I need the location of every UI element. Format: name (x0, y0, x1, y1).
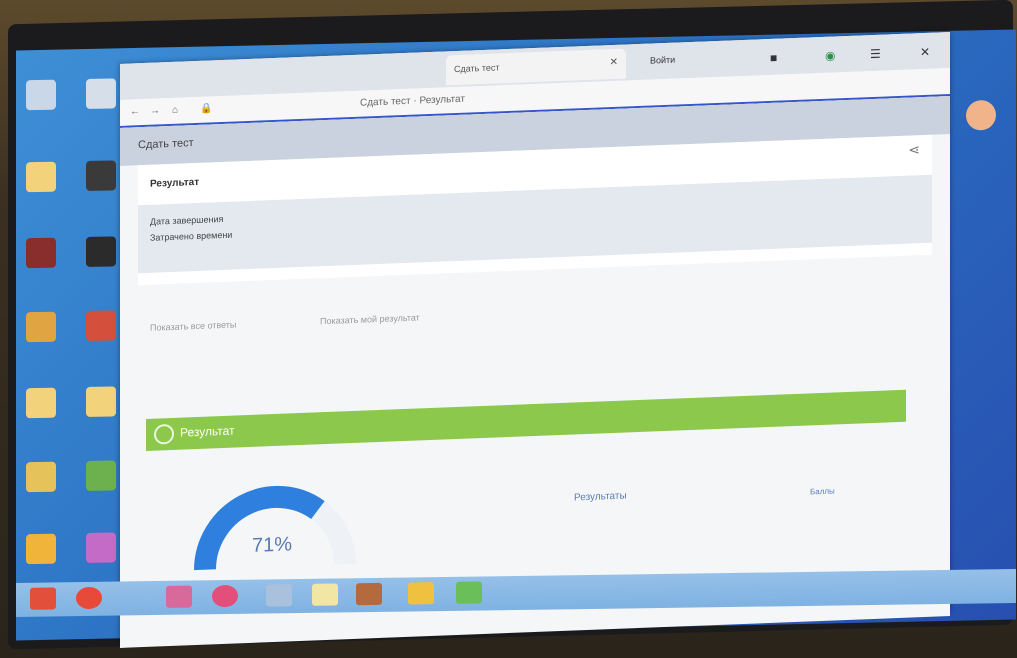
app-icon (26, 533, 56, 565)
meta-line: Затрачено времени (150, 229, 233, 243)
desktop-icon[interactable] (16, 461, 66, 528)
page-content: Сдать тест Результат ⋖ Дата завершения З… (120, 96, 950, 648)
tab-title: Сдать тест (454, 62, 500, 75)
app-icon[interactable] (408, 582, 434, 605)
app-icon[interactable] (76, 586, 102, 610)
desktop-icon[interactable] (76, 236, 126, 303)
app-icon (26, 461, 56, 493)
page-header-title: Сдать тест (138, 137, 194, 152)
table-header-right: Баллы (810, 486, 835, 497)
lock-icon: 🔒 (200, 103, 213, 115)
extension-icon[interactable]: ◉ (825, 48, 835, 62)
app-icon (26, 237, 56, 269)
start-button[interactable] (30, 587, 56, 610)
meta-band: Дата завершения Затрачено времени (138, 174, 932, 274)
app-icon[interactable] (166, 585, 192, 608)
score-value: 71% (252, 533, 293, 557)
browser-window: Сдать тест ✕ Войти ■ ◉ ☰ ✕ ← → ⌂ 🔒 Сдать… (120, 32, 950, 648)
close-tab-icon[interactable]: ✕ (610, 57, 618, 68)
desktop-icon[interactable] (16, 311, 66, 378)
desktop-icon[interactable] (76, 460, 126, 527)
meta-line: Дата завершения (150, 213, 224, 227)
app-icon[interactable] (456, 581, 482, 604)
show-my-result-link[interactable]: Показать мой результат (320, 312, 420, 326)
forward-icon[interactable]: → (150, 105, 160, 116)
result-section-title: Результат (180, 423, 235, 440)
app-icon (86, 310, 116, 342)
app-icon (26, 311, 56, 343)
folder-icon (86, 386, 116, 418)
app-icon[interactable] (212, 584, 238, 608)
desktop-icon[interactable] (956, 99, 1006, 167)
share-icon[interactable]: ⋖ (908, 141, 920, 158)
close-window-icon[interactable]: ✕ (920, 45, 930, 59)
avatar (966, 99, 996, 131)
file-icon (26, 79, 56, 111)
file-icon (86, 78, 116, 110)
chevron-icon (154, 423, 174, 445)
folder-icon (26, 387, 56, 419)
folder-icon[interactable] (312, 583, 338, 606)
desktop-icon[interactable] (16, 79, 66, 146)
table-header-left: Результаты (574, 490, 627, 504)
desktop-icon[interactable] (16, 237, 66, 304)
desktop-icon[interactable] (76, 160, 126, 227)
desktop-icon[interactable] (16, 387, 66, 454)
desktop-icon[interactable] (76, 386, 126, 453)
app-icon (86, 532, 116, 564)
app-icon (86, 460, 116, 492)
breadcrumb: Сдать тест · Результат (360, 93, 465, 109)
app-icon[interactable] (266, 584, 292, 607)
show-answers-link[interactable]: Показать все ответы (150, 319, 236, 332)
folder-icon (26, 161, 56, 193)
desktop-icon[interactable] (76, 78, 126, 145)
app-icon[interactable] (356, 582, 382, 606)
app-icon (86, 236, 116, 268)
toolbar-right-text[interactable]: Войти (650, 55, 675, 66)
home-icon[interactable]: ⌂ (172, 105, 178, 116)
desktop-icon[interactable] (76, 310, 126, 377)
desktop-icon[interactable] (16, 161, 66, 228)
back-icon[interactable]: ← (130, 106, 140, 117)
result-section-bar[interactable]: Результат (146, 389, 906, 451)
browser-tab[interactable]: Сдать тест ✕ (446, 48, 626, 86)
app-icon (86, 160, 116, 192)
result-title: Результат (150, 176, 200, 190)
score-gauge (194, 485, 356, 571)
gauge-fill (194, 485, 325, 571)
download-icon[interactable]: ■ (770, 51, 777, 65)
menu-icon[interactable]: ☰ (870, 47, 881, 61)
